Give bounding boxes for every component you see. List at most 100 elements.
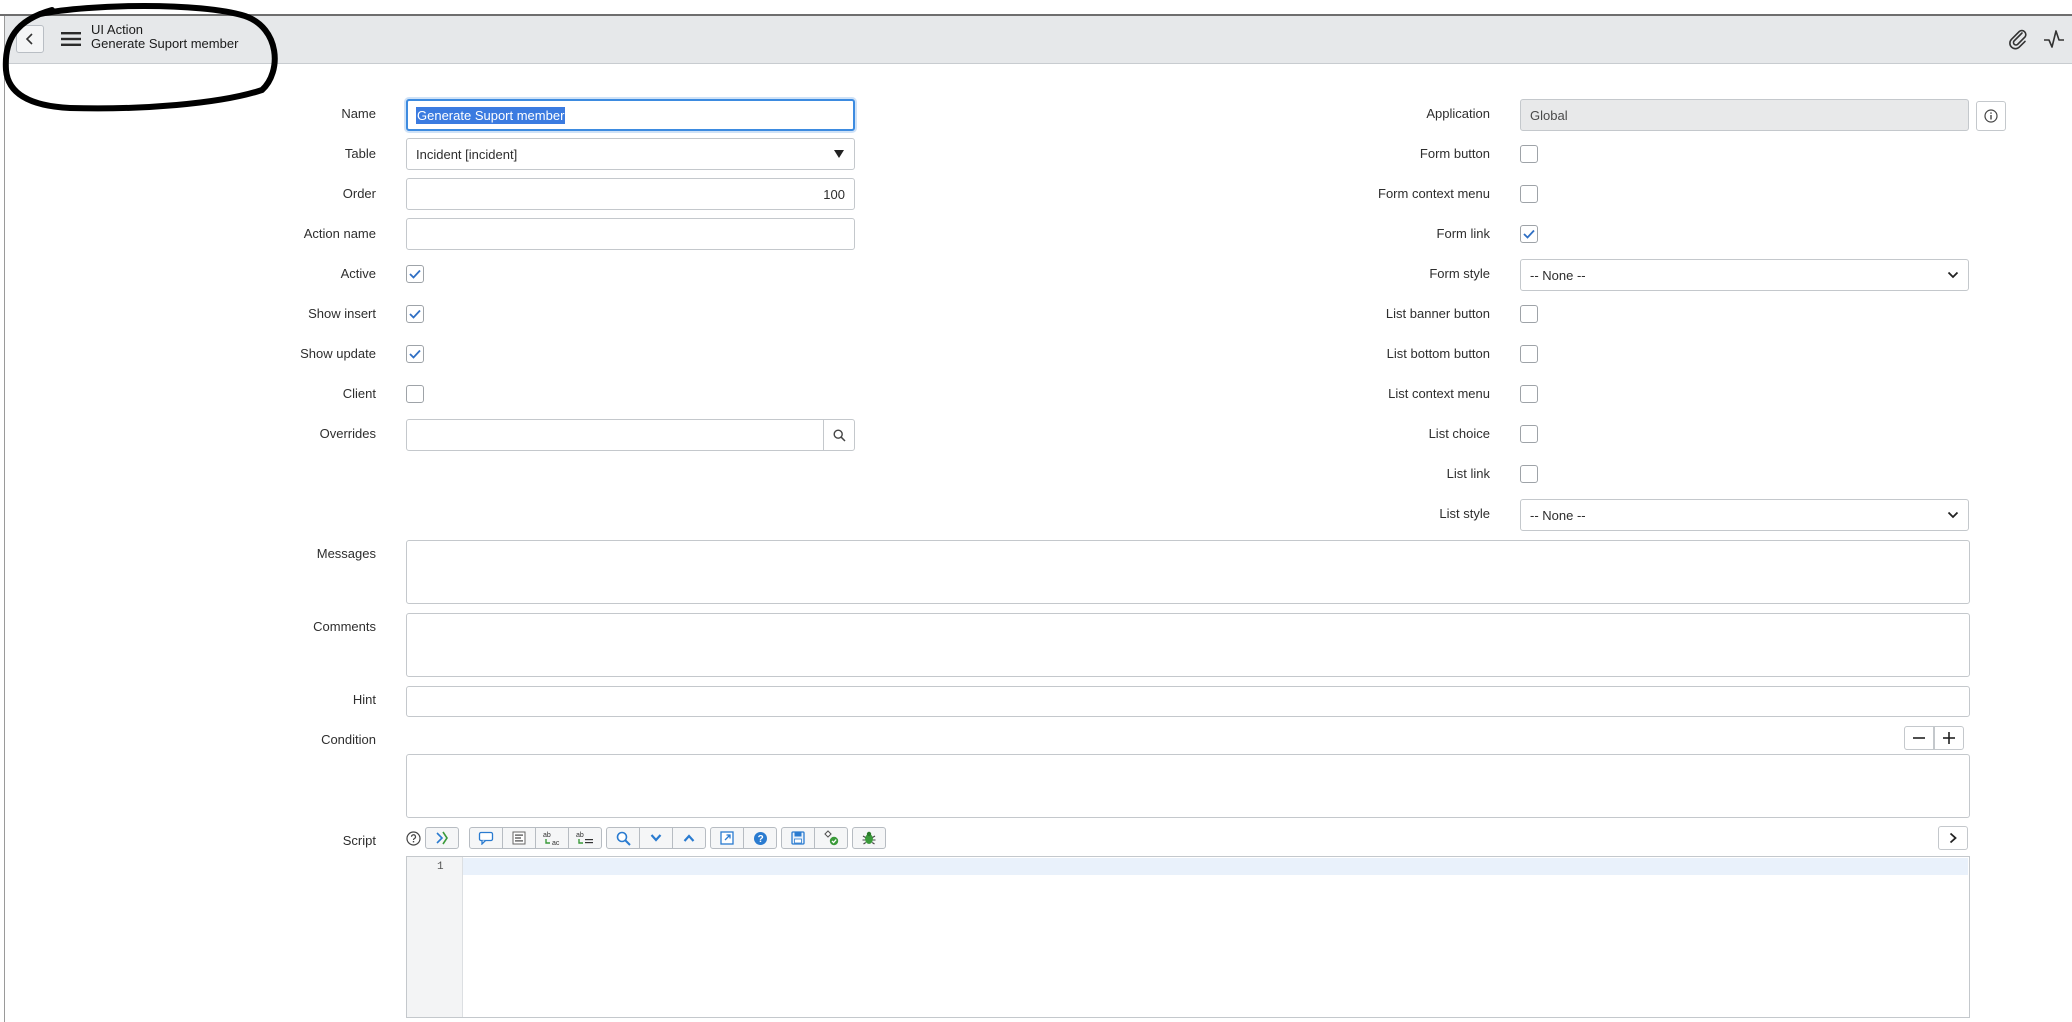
table-label: Table bbox=[344, 146, 376, 161]
form-button-label: Form button bbox=[1419, 146, 1490, 161]
show-insert-checkbox[interactable] bbox=[406, 305, 424, 323]
application-info-button[interactable] bbox=[1976, 101, 2006, 131]
chevron-down-icon bbox=[1947, 511, 1959, 519]
comments-textarea[interactable] bbox=[406, 613, 1970, 677]
client-label: Client bbox=[342, 386, 376, 401]
messages-textarea[interactable] bbox=[406, 540, 1970, 604]
form-context-menu-checkbox[interactable] bbox=[1520, 185, 1538, 203]
list-style-label: List style bbox=[1439, 506, 1490, 521]
chevron-down-icon bbox=[650, 834, 662, 842]
form-link-checkbox[interactable] bbox=[1520, 225, 1538, 243]
replace-all-button[interactable]: ab bbox=[568, 827, 602, 849]
fullscreen-button[interactable] bbox=[710, 827, 744, 849]
find-previous-button[interactable] bbox=[672, 827, 706, 849]
name-label: Name bbox=[341, 106, 376, 121]
find-button[interactable] bbox=[606, 827, 640, 849]
window-left-border bbox=[4, 16, 5, 1022]
form-style-label: Form style bbox=[1429, 266, 1490, 281]
active-label: Active bbox=[340, 266, 376, 281]
comment-icon bbox=[478, 831, 494, 845]
table-select[interactable]: Incident [incident] bbox=[406, 138, 855, 170]
svg-text:ab: ab bbox=[576, 832, 584, 839]
hint-field[interactable] bbox=[406, 686, 1970, 717]
condition-expand-button[interactable] bbox=[1934, 726, 1964, 750]
active-checkbox[interactable] bbox=[406, 265, 424, 283]
action-name-label: Action name bbox=[303, 226, 376, 241]
overrides-label: Overrides bbox=[319, 426, 376, 441]
hamburger-menu-icon[interactable] bbox=[61, 31, 81, 47]
application-field: Global bbox=[1520, 99, 1969, 131]
bug-icon bbox=[862, 831, 876, 845]
activity-pulse-icon[interactable] bbox=[2043, 28, 2065, 50]
lint-check-icon bbox=[824, 830, 839, 846]
form-button-checkbox[interactable] bbox=[1520, 145, 1538, 163]
script-help-button[interactable]: ? bbox=[743, 827, 777, 849]
chevron-left-icon bbox=[25, 33, 33, 45]
help-icon[interactable] bbox=[406, 831, 421, 846]
list-context-menu-checkbox[interactable] bbox=[1520, 385, 1538, 403]
chevron-up-icon bbox=[683, 834, 695, 842]
format-code-button[interactable] bbox=[502, 827, 536, 849]
record-type-title: UI Action bbox=[91, 22, 144, 37]
script-editor[interactable]: 1 bbox=[406, 856, 1970, 1018]
application-value: Global bbox=[1530, 107, 1568, 123]
list-style-value: -- None -- bbox=[1530, 507, 1586, 523]
chevron-right-icon bbox=[1949, 832, 1957, 844]
list-link-label: List link bbox=[1446, 466, 1490, 481]
toggle-linting-button[interactable] bbox=[814, 827, 848, 849]
form-header: UI Action Generate Suport member bbox=[5, 16, 2072, 64]
condition-textarea[interactable] bbox=[406, 754, 1970, 818]
show-insert-label: Show insert bbox=[308, 306, 376, 321]
back-button[interactable] bbox=[16, 25, 44, 53]
expand-icon bbox=[720, 831, 734, 845]
replace-all-icon: ab bbox=[576, 832, 593, 844]
overrides-lookup-button[interactable] bbox=[823, 419, 855, 451]
name-value: Generate Suport member bbox=[416, 106, 566, 124]
overrides-field[interactable] bbox=[406, 419, 824, 451]
minus-icon bbox=[1913, 737, 1925, 739]
list-choice-checkbox[interactable] bbox=[1520, 425, 1538, 443]
script-expand-button[interactable] bbox=[1938, 826, 1968, 850]
list-banner-button-label: List banner button bbox=[1385, 306, 1490, 321]
replace-button[interactable]: ab ac bbox=[535, 827, 569, 849]
name-field[interactable]: Generate Suport member bbox=[406, 99, 855, 131]
comments-label: Comments bbox=[313, 619, 376, 634]
triangle-down-icon bbox=[834, 150, 844, 158]
show-update-checkbox[interactable] bbox=[406, 345, 424, 363]
list-banner-button-checkbox[interactable] bbox=[1520, 305, 1538, 323]
syntax-toggle-icon bbox=[436, 831, 448, 845]
form-style-select[interactable]: -- None -- bbox=[1520, 259, 1969, 291]
format-icon bbox=[512, 831, 526, 845]
record-display-name: Generate Suport member bbox=[91, 36, 239, 51]
plus-icon bbox=[1943, 732, 1955, 744]
client-checkbox[interactable] bbox=[406, 385, 424, 403]
toggle-syntax-button[interactable] bbox=[425, 827, 459, 849]
list-link-checkbox[interactable] bbox=[1520, 465, 1538, 483]
messages-label: Messages bbox=[316, 546, 376, 561]
checkmark-icon bbox=[409, 349, 421, 359]
save-script-button[interactable] bbox=[781, 827, 815, 849]
checkmark-icon bbox=[1523, 229, 1535, 239]
checkmark-icon bbox=[409, 269, 421, 279]
active-line-highlight bbox=[463, 858, 1968, 875]
show-update-label: Show update bbox=[300, 346, 376, 361]
checkmark-icon bbox=[409, 309, 421, 319]
order-field[interactable]: 100 bbox=[406, 178, 855, 210]
form-link-label: Form link bbox=[1436, 226, 1490, 241]
svg-text:?: ? bbox=[757, 834, 763, 845]
form-style-value: -- None -- bbox=[1530, 267, 1586, 283]
svg-text:ac: ac bbox=[552, 840, 560, 846]
condition-shrink-button[interactable] bbox=[1904, 726, 1934, 750]
list-bottom-button-checkbox[interactable] bbox=[1520, 345, 1538, 363]
find-next-button[interactable] bbox=[639, 827, 673, 849]
info-icon bbox=[1984, 109, 1998, 123]
script-debugger-button[interactable] bbox=[852, 827, 886, 849]
list-style-select[interactable]: -- None -- bbox=[1520, 499, 1969, 531]
comment-button[interactable] bbox=[469, 827, 503, 849]
action-name-field[interactable] bbox=[406, 218, 855, 250]
help-circle-icon: ? bbox=[753, 831, 767, 845]
script-label: Script bbox=[342, 833, 376, 848]
paperclip-icon[interactable] bbox=[2007, 28, 2029, 50]
form-context-menu-label: Form context menu bbox=[1378, 186, 1490, 201]
hint-label: Hint bbox=[352, 692, 376, 707]
